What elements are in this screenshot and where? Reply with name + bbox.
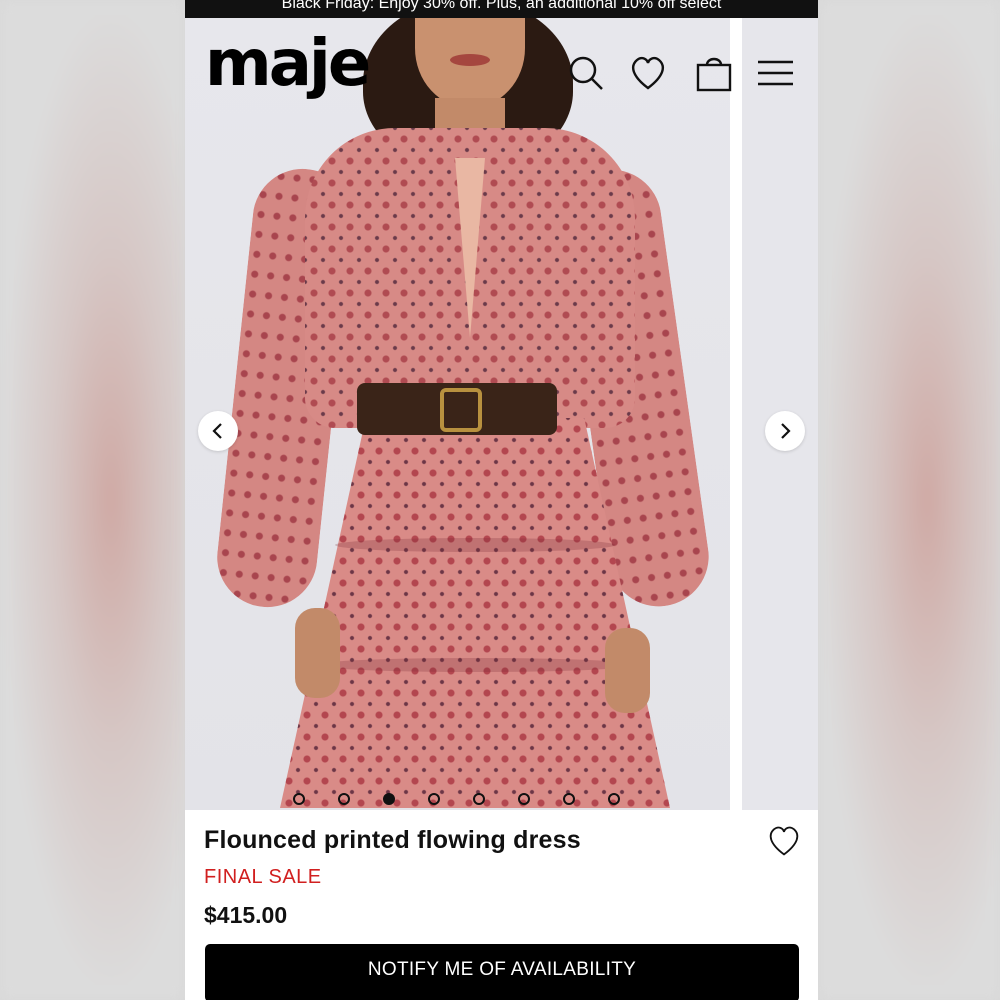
product-image-carousel[interactable] (185, 18, 818, 810)
search-button[interactable] (565, 52, 607, 94)
blurred-backdrop-right (818, 0, 1000, 1000)
blurred-backdrop-left (0, 0, 185, 1000)
brand-logo[interactable]: maje (205, 32, 371, 96)
skirt-ruffle (315, 658, 635, 672)
menu-icon (758, 60, 793, 86)
model-hand-right (605, 628, 650, 713)
header-actions (565, 52, 800, 94)
carousel-dot[interactable] (608, 793, 620, 805)
chevron-right-icon (781, 423, 791, 439)
carousel-dot[interactable] (338, 793, 350, 805)
notify-availability-button[interactable]: NOTIFY ME OF AVAILABILITY (205, 944, 799, 1000)
model-hand-left (295, 608, 340, 698)
heart-icon (769, 826, 799, 856)
belt-buckle (440, 388, 482, 432)
carousel-dots (293, 793, 633, 809)
menu-button[interactable] (755, 52, 797, 94)
phone-screen: Black Friday: Enjoy 30% off. Plus, an ad… (185, 0, 818, 1000)
heart-icon (631, 56, 665, 90)
cart-button[interactable] (693, 52, 735, 94)
search-icon (569, 56, 603, 90)
wishlist-header-button[interactable] (627, 52, 669, 94)
promo-text: Black Friday: Enjoy 30% off. Plus, an ad… (281, 0, 722, 12)
promo-banner[interactable]: Black Friday: Enjoy 30% off. Plus, an ad… (185, 0, 818, 18)
carousel-dot[interactable] (473, 793, 485, 805)
carousel-dot[interactable] (518, 793, 530, 805)
product-title: Flounced printed flowing dress (204, 826, 581, 854)
carousel-prev-button[interactable] (198, 411, 238, 451)
product-info: Flounced printed flowing dress FINAL SAL… (185, 810, 818, 1000)
product-image (185, 18, 730, 810)
bag-icon (696, 57, 732, 92)
slide-divider (730, 18, 742, 810)
skirt-ruffle (335, 538, 615, 552)
model-lips (450, 54, 490, 66)
final-sale-badge: FINAL SALE (204, 866, 322, 888)
chevron-left-icon (212, 423, 222, 439)
carousel-dot[interactable] (293, 793, 305, 805)
product-price: $415.00 (204, 902, 288, 928)
add-to-wishlist-button[interactable] (765, 822, 803, 858)
carousel-dot[interactable] (428, 793, 440, 805)
carousel-next-button[interactable] (765, 411, 805, 451)
carousel-dot[interactable] (563, 793, 575, 805)
carousel-dot-active[interactable] (383, 793, 395, 805)
